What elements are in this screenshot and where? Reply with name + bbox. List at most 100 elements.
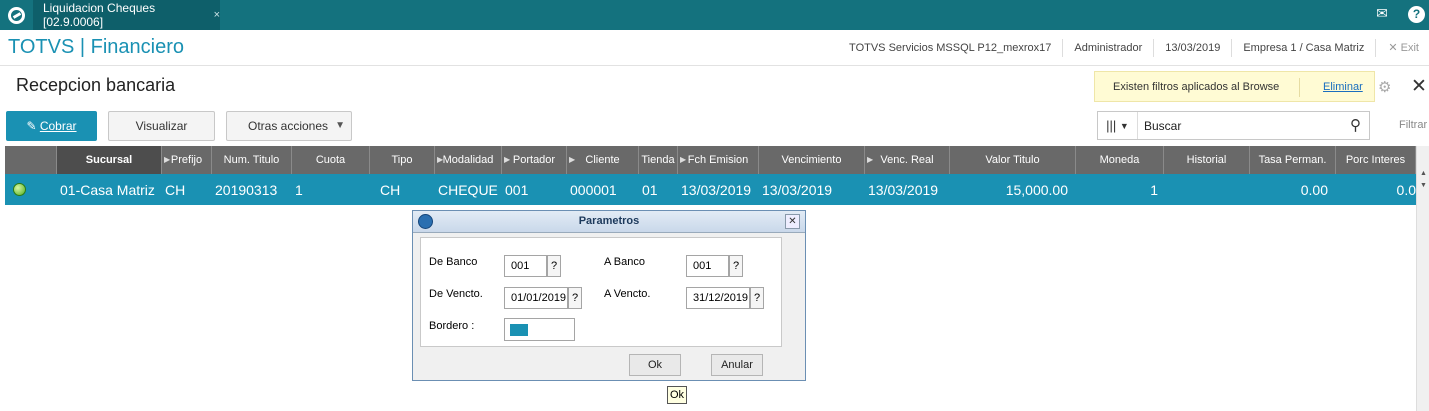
column-header[interactable]: Tipo xyxy=(370,146,435,174)
column-header[interactable]: Tasa Perman. xyxy=(1250,146,1336,174)
mail-icon[interactable]: ✉ xyxy=(1369,5,1395,25)
app-header: TOTVS | Financiero TOTVS Servicios MSSQL… xyxy=(0,30,1429,66)
dialog-title: Parametros xyxy=(578,215,640,227)
table-cell: 01 xyxy=(642,181,658,198)
a-vencto-label: A Vencto. xyxy=(604,288,651,300)
column-label: Prefijo xyxy=(170,154,203,166)
column-label: Modalidad xyxy=(442,154,494,166)
dialog-close-icon[interactable]: ✕ xyxy=(785,214,800,229)
column-label: Portador xyxy=(512,154,556,166)
a-vencto-field[interactable]: 31/12/2019 xyxy=(686,287,750,309)
search-input[interactable]: Buscar xyxy=(1144,119,1181,133)
bordero-label: Bordero : xyxy=(429,320,475,332)
remove-filter-link[interactable]: Eliminar xyxy=(1323,81,1363,93)
columns-icon[interactable]: ||| ▼ xyxy=(1098,112,1138,139)
grid-header: Sucursal ▶ Prefijo Num. Titulo Cuota Tipo… xyxy=(5,146,1416,174)
ok-tooltip: Ok xyxy=(667,386,687,404)
search-box: ||| ▼ Buscar ⚲ xyxy=(1097,111,1370,140)
de-vencto-field[interactable]: 01/01/2019 xyxy=(504,287,568,309)
status-green-icon xyxy=(13,183,26,196)
column-header[interactable]: Vencimiento xyxy=(759,146,865,174)
column-header[interactable]: ▶ Fch Emision xyxy=(678,146,759,174)
tab-close-icon[interactable]: × xyxy=(214,9,220,21)
table-cell: CH xyxy=(165,181,186,198)
tab-liquidacion-cheques[interactable]: Liquidacion Cheques [02.9.0006] × xyxy=(33,0,220,30)
gear-icon[interactable]: ⚙ xyxy=(1378,78,1391,96)
exit-button[interactable]: ✕ Exit xyxy=(1375,39,1429,57)
column-header[interactable]: ▶ Portador xyxy=(502,146,567,174)
column-header[interactable]: Valor Titulo xyxy=(950,146,1076,174)
table-cell: 20190313 xyxy=(215,181,278,198)
totvs-logo-icon[interactable] xyxy=(0,0,33,30)
visualizar-button[interactable]: Visualizar xyxy=(108,111,215,141)
table-cell: 1 xyxy=(295,181,303,198)
a-vencto-calendar-button[interactable]: ? xyxy=(750,287,764,309)
search-icon[interactable]: ⚲ xyxy=(1350,116,1361,134)
header-info: TOTVS Servicios MSSQL P12_mexrox17 Admin… xyxy=(838,30,1429,66)
table-cell: CH xyxy=(380,181,401,198)
dialog-titlebar[interactable]: Parametros ✕ xyxy=(413,211,805,233)
filter-notice: Existen filtros aplicados al Browse Elim… xyxy=(1094,71,1375,102)
top-bar: Liquidacion Cheques [02.9.0006] × ✉ ? xyxy=(0,0,1429,30)
table-cell: 0.0 xyxy=(1396,181,1416,198)
table-cell: 001 xyxy=(505,181,529,198)
column-header[interactable]: ▶ Venc. Real xyxy=(865,146,950,174)
dropdown-arrow-icon: ▼ xyxy=(335,120,345,131)
table-cell: 1 xyxy=(1150,181,1158,198)
vertical-scrollbar[interactable]: ▲ ▼ xyxy=(1416,146,1429,411)
column-header[interactable]: Moneda xyxy=(1076,146,1164,174)
exit-label: Exit xyxy=(1400,42,1419,54)
de-banco-field[interactable]: 001 xyxy=(504,255,547,277)
parametros-dialog: Parametros ✕ De Banco 001 ? A Banco 001 … xyxy=(412,210,806,381)
table-cell: 0.00 xyxy=(1300,181,1328,198)
a-banco-label: A Banco xyxy=(604,256,645,268)
column-header[interactable]: Num. Titulo xyxy=(212,146,292,174)
status-column-header[interactable] xyxy=(5,146,57,174)
de-vencto-calendar-button[interactable]: ? xyxy=(568,287,582,309)
scroll-down-icon[interactable]: ▼ xyxy=(1417,182,1429,194)
close-icon: ✕ xyxy=(1388,42,1398,54)
parameters-panel: De Banco 001 ? A Banco 001 ? De Vencto. … xyxy=(420,237,782,347)
cobrar-button[interactable]: ✎ Cobrar xyxy=(6,111,97,141)
anular-button[interactable]: Anular xyxy=(711,354,763,376)
table-cell: 13/03/2019 xyxy=(868,181,939,198)
table-cell: CHEQUE xyxy=(438,181,498,198)
close-page-icon[interactable]: ✕ xyxy=(1411,75,1427,98)
table-cell: 13/03/2019 xyxy=(681,181,752,198)
column-header[interactable]: Historial xyxy=(1164,146,1250,174)
column-header[interactable]: Sucursal xyxy=(57,146,162,174)
de-banco-lookup-button[interactable]: ? xyxy=(547,255,561,277)
column-header[interactable]: Porc Interes xyxy=(1336,146,1416,174)
a-banco-lookup-button[interactable]: ? xyxy=(729,255,743,277)
help-icon[interactable]: ? xyxy=(1408,6,1425,23)
column-header[interactable]: ▶ Cliente xyxy=(567,146,639,174)
scroll-up-icon[interactable]: ▲ xyxy=(1417,170,1429,182)
divider xyxy=(1299,78,1300,97)
table-row[interactable]: 01-Casa Matriz CH 20190313 1 CH CHEQUE 0… xyxy=(5,174,1416,205)
table-cell: 15,000.00 xyxy=(1005,181,1068,198)
session-date: 13/03/2019 xyxy=(1153,39,1231,57)
status-cell xyxy=(5,174,57,205)
filtrar-link[interactable]: Filtrar xyxy=(1399,119,1427,131)
color-swatch xyxy=(510,324,528,336)
table-cell: 000001 xyxy=(570,181,617,198)
table-cell: 13/03/2019 xyxy=(762,181,833,198)
column-header[interactable]: ▶ Modalidad xyxy=(435,146,502,174)
user-name: Administrador xyxy=(1062,39,1153,57)
table-cell: 01-Casa Matriz xyxy=(60,181,155,198)
column-label: Venc. Real xyxy=(880,154,934,166)
column-header[interactable]: Cuota xyxy=(292,146,370,174)
pencil-icon: ✎ xyxy=(26,119,40,133)
cobrar-label: Cobrar xyxy=(39,119,77,133)
a-banco-field[interactable]: 001 xyxy=(686,255,729,277)
ok-button[interactable]: Ok xyxy=(629,354,681,376)
page-title: Recepcion bancaria xyxy=(16,75,176,95)
column-label: Fch Emision xyxy=(687,154,749,166)
table-cell xyxy=(1164,174,1250,205)
filter-notice-text: Existen filtros aplicados al Browse xyxy=(1113,81,1280,93)
column-label: Cliente xyxy=(585,154,620,166)
bordero-color-button[interactable] xyxy=(504,318,575,341)
column-header[interactable]: Tienda xyxy=(639,146,678,174)
column-header[interactable]: ▶ Prefijo xyxy=(162,146,212,174)
otras-acciones-button[interactable]: Otras acciones ▼ xyxy=(226,111,352,141)
